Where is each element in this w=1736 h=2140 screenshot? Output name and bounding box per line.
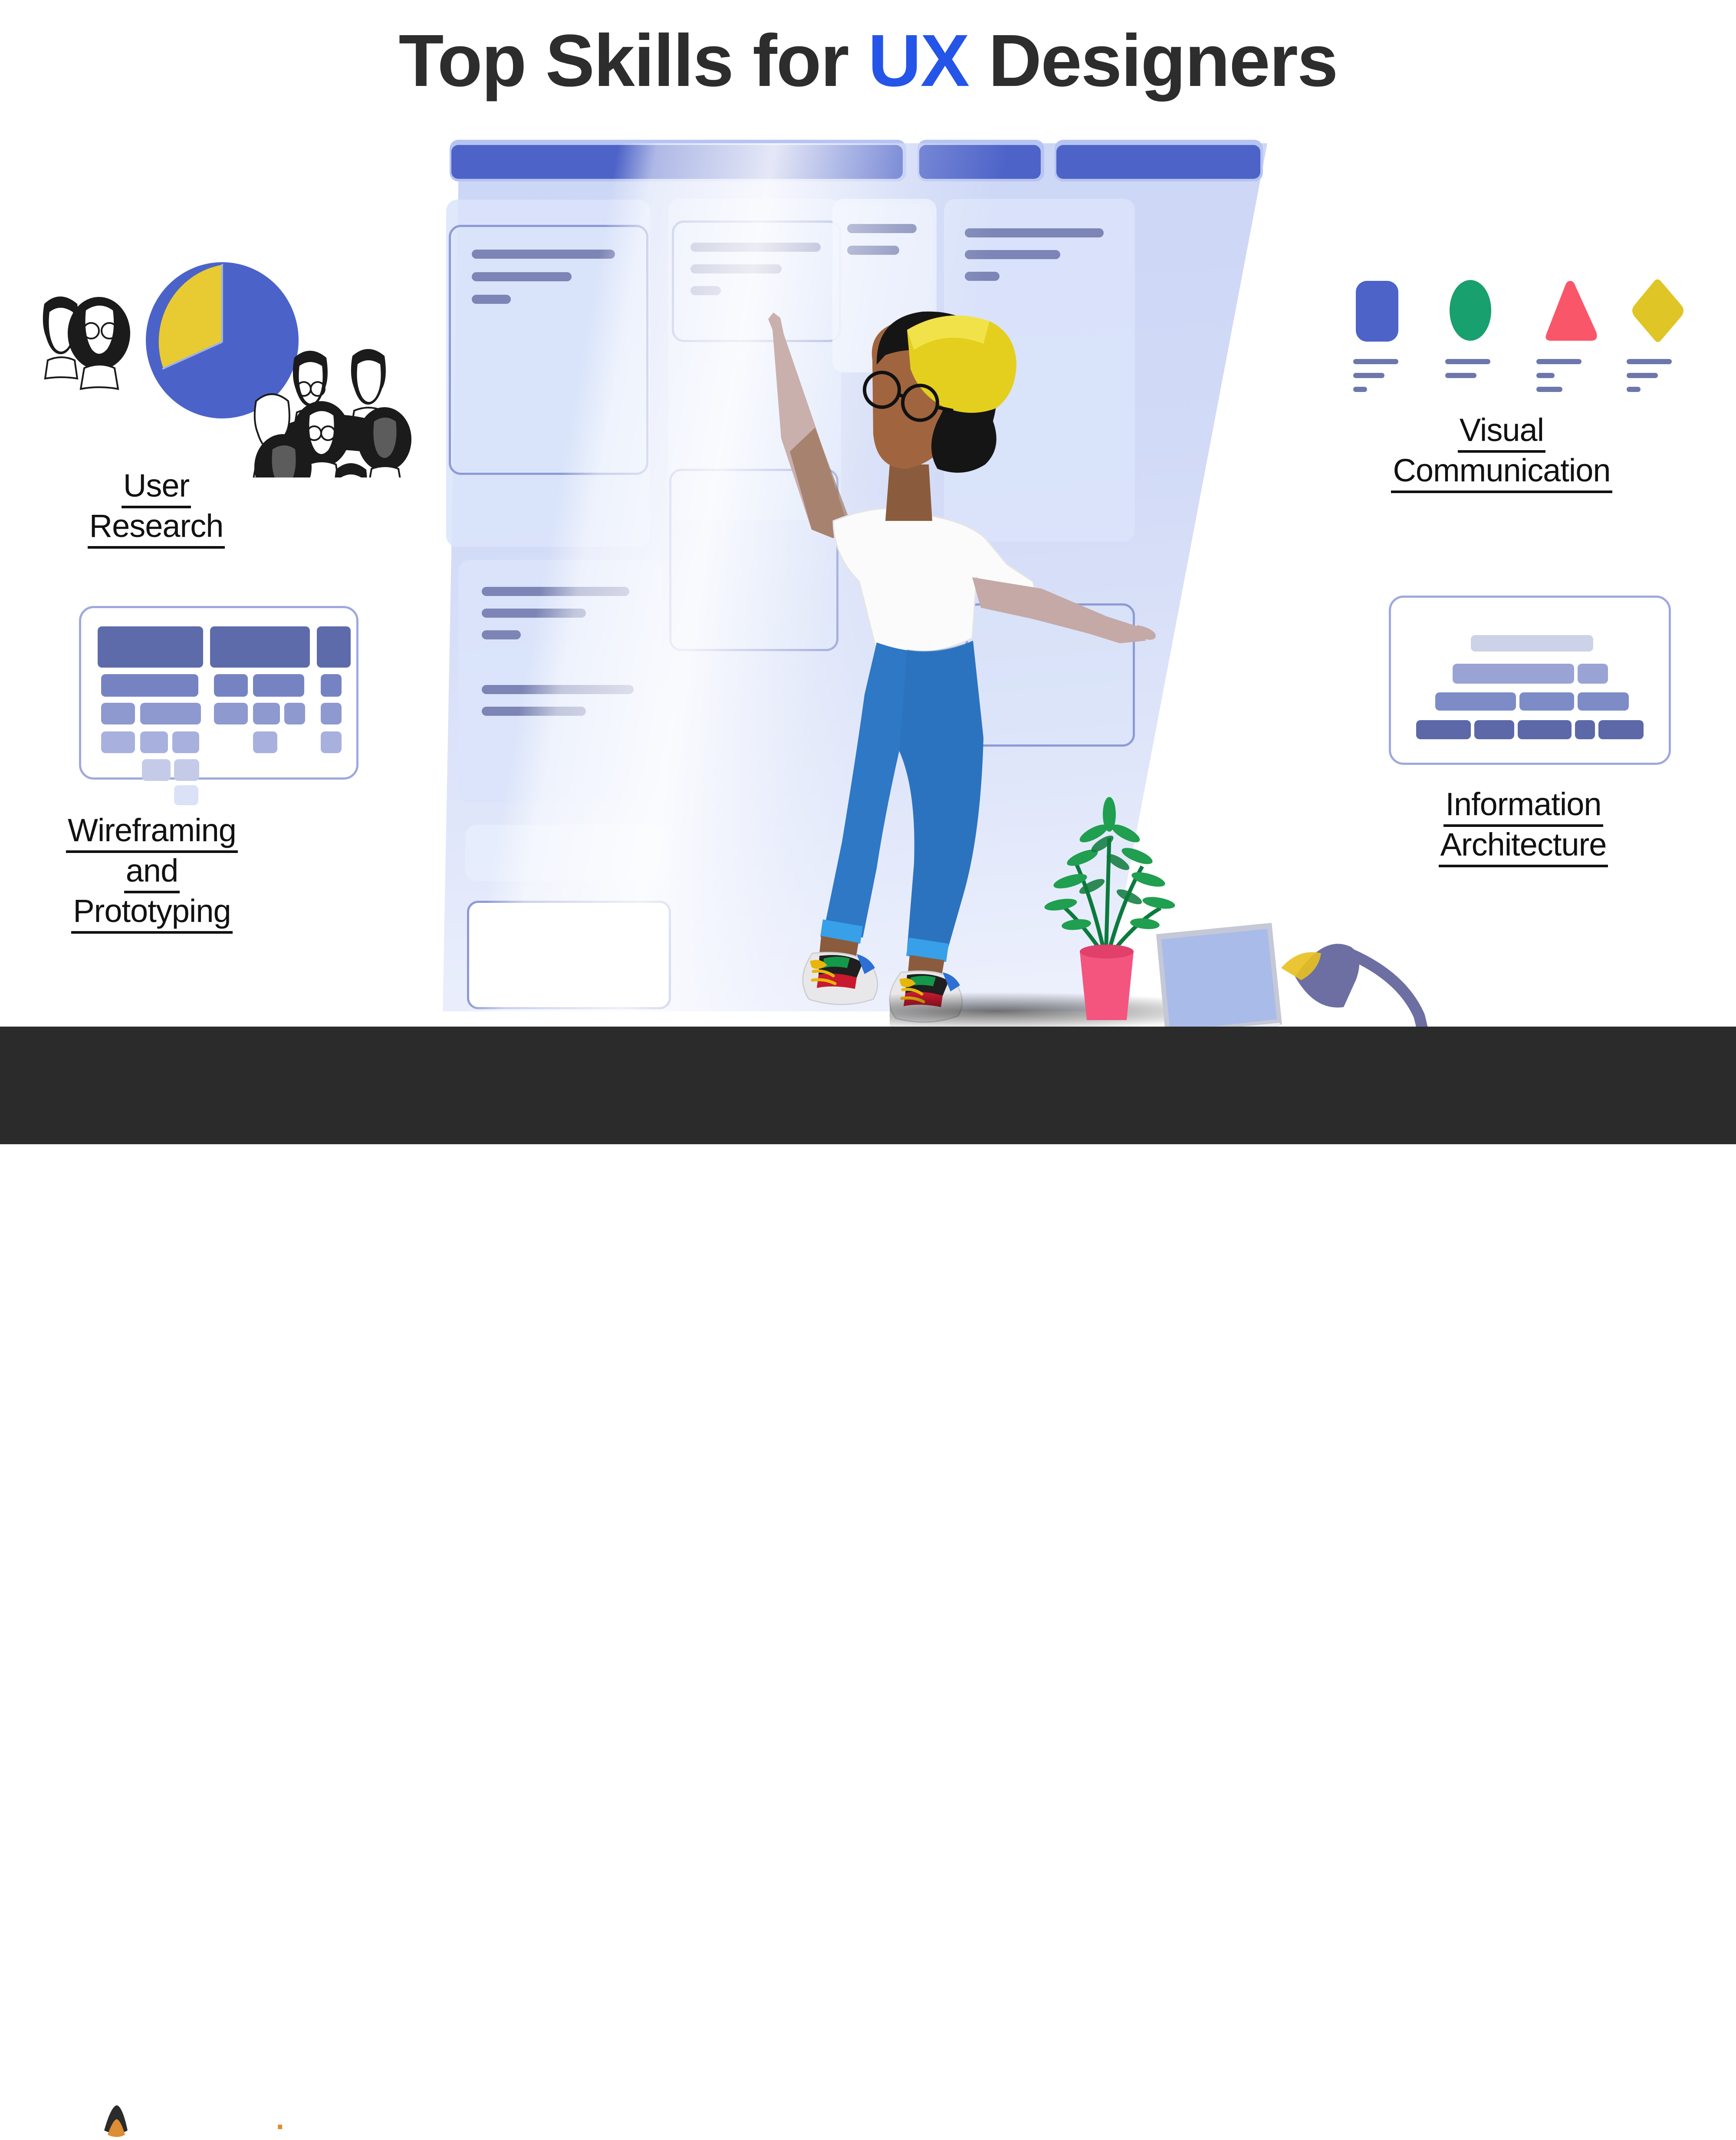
brand-line-1: CAREER [161,2074,292,2108]
placeholder-line [690,243,821,252]
diamond-shape [1632,279,1683,342]
wireframe-blocks-icon [79,606,358,805]
wireframe-block [321,674,342,697]
swatch-line [1627,373,1658,378]
swatch-line [1353,387,1367,392]
avatar [358,407,411,477]
wireframe-block [253,674,304,697]
visual-communication-label: Visual Communication [1324,412,1680,493]
board-card-lines-group [458,560,662,803]
footer-bar: CAREER KARMA. [0,1027,1736,2137]
hierarchy-block [1474,720,1514,739]
hierarchy-block [1435,692,1516,711]
board-column-header-3[interactable] [1056,145,1260,179]
board-card-outlined[interactable] [449,225,648,475]
wireframe-block [174,785,198,805]
board-column-header-2[interactable] [919,145,1041,179]
swatch-line [1536,359,1581,364]
wireframe-block [101,731,135,753]
board-card[interactable] [465,825,669,881]
wireframe-block [98,626,203,668]
placeholder-line [482,630,521,639]
label-line: Visual [1457,412,1546,453]
swatch-line [1353,359,1398,364]
placeholder-line [690,264,782,273]
label-line: Information [1443,786,1603,827]
swatch-line [1536,387,1562,392]
hierarchy-block [1471,635,1593,652]
wireframe-block [142,759,171,781]
placeholder-line [482,685,634,694]
wireframe-block [321,703,342,724]
hierarchy-block [1519,692,1574,711]
label-line: Prototyping [71,893,233,934]
wireframe-block [101,674,198,697]
user-research-label: User Research [13,468,299,549]
placeholder-line [482,707,586,716]
wireframe-block [214,703,248,724]
board-column-header-1[interactable] [451,145,903,179]
shapes-swatches-icon [1350,267,1684,397]
neck [885,464,932,521]
placeholder-line [472,272,572,281]
label-line: Research [87,508,225,549]
hierarchy-block [1578,664,1608,684]
placeholder-line [482,587,629,596]
hierarchy-block [1575,720,1595,739]
hierarchy-block [1518,720,1572,739]
swatch-line [1445,359,1490,364]
wireframe-block [101,703,135,724]
swatch-line [1536,373,1555,378]
brand-dot: . [276,2102,285,2136]
label-line: and [124,853,180,893]
glasses-bridge [898,392,904,398]
placeholder-line [472,295,511,304]
label-line: User [121,468,191,508]
wireframe-block [174,759,199,781]
placeholder-line [965,228,1104,237]
wireframe-block [140,703,201,724]
swatch-line [1445,373,1476,378]
outstretched-arm [972,577,1146,643]
placeholder-line [965,250,1060,259]
wireframe-block [172,731,199,753]
white-tshirt [832,507,1038,655]
swatch-line [1627,387,1641,392]
swatch-line [1353,373,1384,378]
hierarchy-block [1453,664,1574,684]
brand-wordmark: CAREER KARMA. [161,2074,292,2136]
placeholder-line [482,609,586,618]
sneaker-left [802,951,878,1005]
placeholder-line [847,224,917,233]
rounded-square-shape [1356,281,1398,342]
placeholder-line [847,246,899,255]
wireframe-block [321,731,342,753]
hierarchy-block [1598,720,1644,739]
label-line: Wireframing [66,812,238,853]
circle-shape [1450,280,1491,341]
placeholder-line [472,250,615,259]
hierarchy-pyramid-icon [1389,596,1671,765]
hierarchy-block [1578,692,1629,711]
wireframe-block [214,674,248,697]
wireframe-block [284,703,305,724]
career-karma-mountain-logo[interactable] [91,2079,142,2140]
hierarchy-block [1416,720,1471,739]
wireframe-block [210,626,310,668]
wireframe-block [253,731,277,753]
wireframing-prototyping-label: Wireframing and Prototyping [9,812,295,934]
swatch-line [1627,359,1672,364]
triangle-shape [1545,281,1597,341]
user-research-icon [43,262,411,477]
avatar [335,463,367,477]
information-architecture-label: Information Architecture [1350,786,1697,867]
wireframe-block [140,731,168,753]
wireframe-block [317,626,351,668]
brand-line-2: KARMA [161,2102,276,2136]
wireframe-block [253,703,280,724]
infographic-scene: User Research Wireframing and Prototypin… [0,0,1736,1144]
label-line: Architecture [1438,826,1608,867]
board-card-empty[interactable] [467,901,671,1009]
label-line: Communication [1391,452,1612,493]
